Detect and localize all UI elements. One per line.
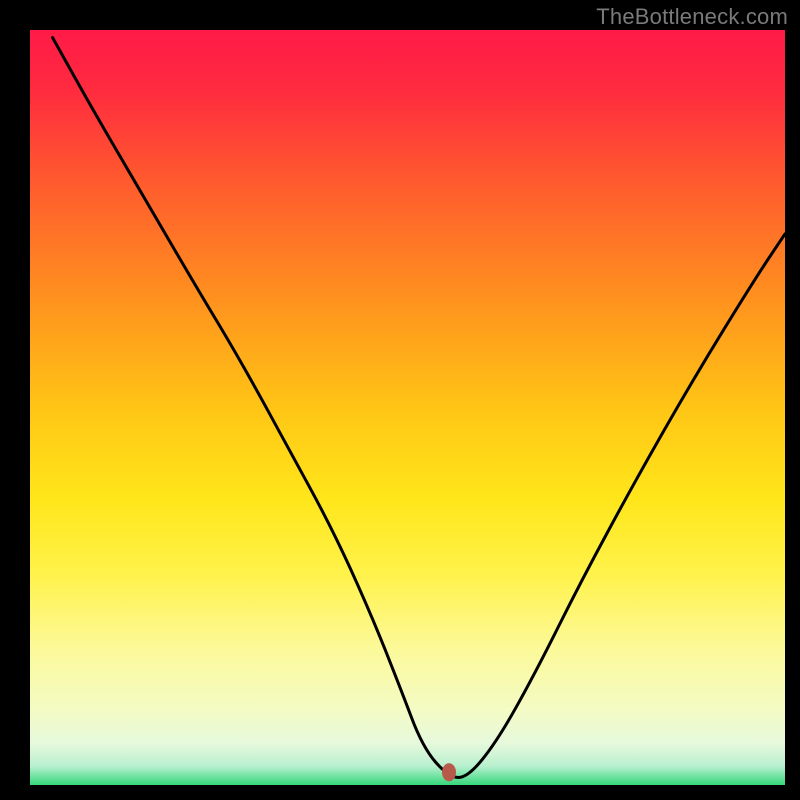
chart-frame: TheBottleneck.com — [0, 0, 800, 800]
frame-border-bottom — [0, 785, 800, 800]
bottleneck-chart — [0, 0, 800, 800]
watermark-text: TheBottleneck.com — [596, 4, 788, 30]
optimal-marker — [442, 763, 456, 781]
gradient-background — [30, 30, 785, 785]
frame-border-left — [0, 0, 30, 800]
frame-border-right — [785, 0, 800, 800]
